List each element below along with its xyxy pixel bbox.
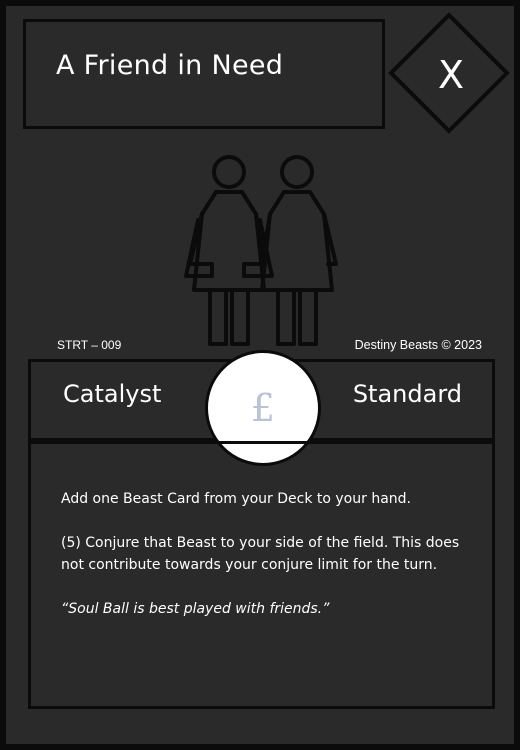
title-box: A Friend in Need bbox=[23, 19, 385, 129]
cost-symbol: £ bbox=[250, 386, 276, 430]
card-title: A Friend in Need bbox=[56, 50, 284, 81]
element-symbol: X bbox=[437, 53, 465, 97]
two-women-icon bbox=[184, 155, 338, 346]
card-type: Catalyst bbox=[63, 380, 162, 408]
copyright-text: Destiny Beasts © 2023 bbox=[354, 338, 482, 352]
effect-line-2: (5) Conjure that Beast to your side of t… bbox=[61, 535, 460, 573]
card-rarity: Standard bbox=[352, 380, 462, 408]
game-card: A Friend in Need X STRT – 009 Destiny Be… bbox=[0, 0, 520, 750]
flavor-text: “Soul Ball is best played with friends.” bbox=[61, 601, 330, 617]
effect-text-box: Add one Beast Card from your Deck to you… bbox=[28, 441, 495, 709]
set-code: STRT – 009 bbox=[57, 338, 122, 352]
element-diamond: X bbox=[386, 10, 514, 140]
effect-line-1: Add one Beast Card from your Deck to you… bbox=[61, 491, 411, 507]
